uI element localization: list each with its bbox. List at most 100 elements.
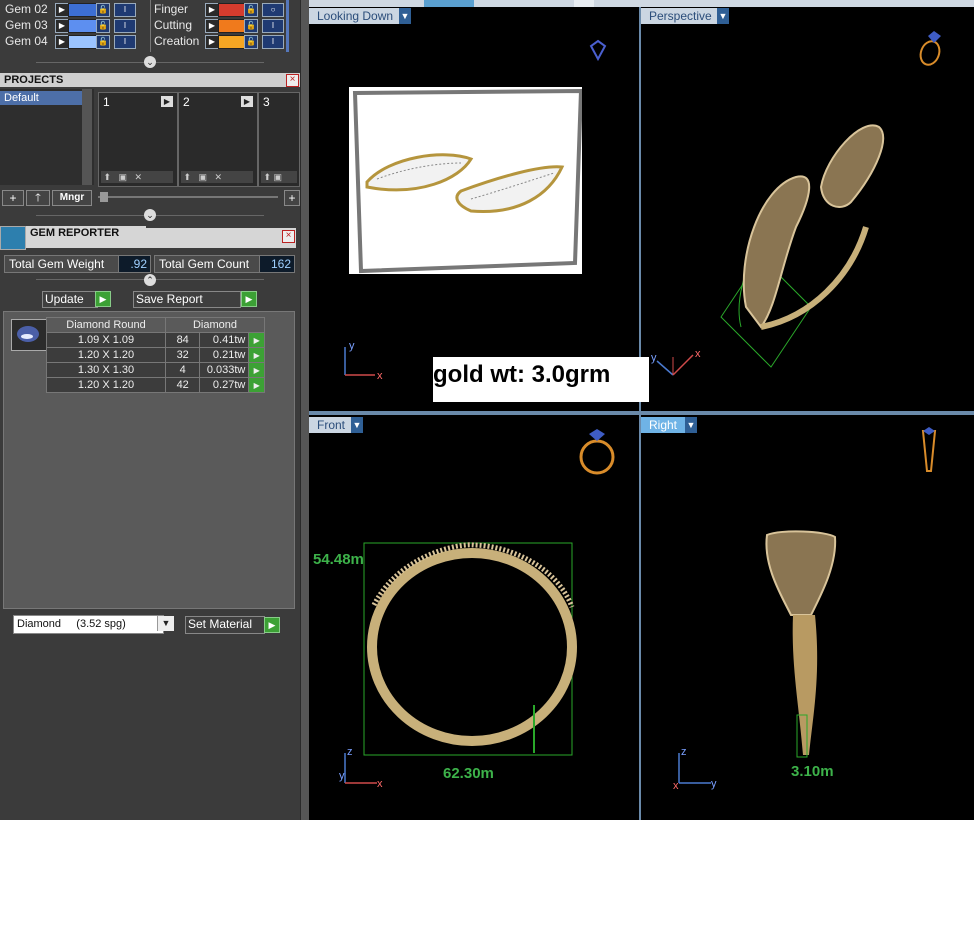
add-project-button[interactable]: +	[2, 190, 24, 206]
collapse-icon[interactable]: ⌄	[144, 56, 156, 68]
ring-view-icon	[919, 31, 941, 66]
viewport-label[interactable]: Looking Down	[309, 8, 401, 24]
scrollbar[interactable]	[286, 0, 289, 52]
project-slider-handle[interactable]	[100, 192, 108, 202]
axis-gizmo: y x	[344, 340, 383, 381]
play-icon[interactable]: ▶	[55, 35, 69, 49]
visibility-toggle[interactable]: I	[262, 19, 284, 33]
project-list-item[interactable]: Default	[0, 91, 84, 105]
set-material-go-icon[interactable]: ▶	[264, 617, 280, 633]
play-icon[interactable]: ▶	[55, 19, 69, 33]
project-list-scrollbar[interactable]	[82, 89, 92, 185]
gem-color-swatch[interactable]	[68, 19, 98, 33]
panel-splitter[interactable]	[300, 0, 309, 820]
thickness-dimension: 3.10m	[791, 763, 834, 780]
material-label: Cutting	[154, 18, 193, 32]
axis-y-label: y	[651, 352, 657, 364]
play-icon[interactable]: ▶	[241, 96, 253, 107]
chevron-down-icon[interactable]: ▼	[157, 616, 174, 631]
viewport-label[interactable]: Perspective	[641, 8, 719, 24]
lock-icon[interactable]: 🔓	[244, 3, 258, 17]
ring-front-icon	[579, 429, 615, 475]
bangle-perspective-render	[720, 124, 885, 368]
size-cell: 1.20 X 1.20	[46, 377, 166, 393]
manager-button[interactable]: Mngr	[52, 190, 92, 206]
project-slider-track[interactable]	[98, 196, 278, 198]
close-icon[interactable]: ×	[286, 74, 299, 87]
viewport-right[interactable]: Right ▼ 3.10m z x y	[641, 415, 974, 820]
gem-label: Gem 04	[5, 34, 48, 48]
bangle-top-render	[352, 88, 584, 274]
axis-y-label: y	[711, 778, 717, 790]
bangle-front-render	[363, 542, 577, 756]
row-go-icon[interactable]: ▶	[248, 377, 265, 393]
total-gem-count-value: 162	[259, 255, 295, 273]
slot-number: 3	[263, 95, 270, 109]
gem-color-swatch[interactable]	[68, 3, 98, 17]
header-cell: Diamond	[165, 317, 265, 333]
add-slot-button[interactable]: +	[284, 190, 300, 206]
lock-icon[interactable]: 🔓	[244, 35, 258, 49]
close-icon[interactable]: ×	[282, 230, 295, 243]
active-tab[interactable]	[424, 0, 474, 7]
lock-icon[interactable]: 🔓	[96, 19, 110, 33]
update-button[interactable]: Update	[42, 291, 98, 308]
visibility-toggle[interactable]: I	[114, 35, 136, 49]
save-report-go-icon[interactable]: ▶	[241, 291, 257, 307]
save-report-button[interactable]: Save Report	[133, 291, 241, 308]
set-material-button[interactable]: Set Material	[185, 616, 265, 634]
lock-icon[interactable]: 🔓	[244, 19, 258, 33]
viewport-perspective[interactable]: Perspective ▼ y x	[641, 7, 974, 411]
visibility-toggle[interactable]: I	[114, 3, 136, 17]
visibility-toggle[interactable]: ○	[262, 3, 284, 17]
size-cell: 1.30 X 1.30	[46, 362, 166, 378]
lock-icon[interactable]: 🔓	[96, 3, 110, 17]
project-slot[interactable]: 2 ▶ ⬆ ▣ ✕	[178, 92, 258, 187]
viewport-splitter-horizontal[interactable]	[309, 411, 974, 415]
play-icon[interactable]: ▶	[55, 3, 69, 17]
tab[interactable]	[574, 0, 594, 7]
play-icon[interactable]: ▶	[205, 35, 219, 49]
slot-controls[interactable]: ⬆ ▣ ✕	[181, 171, 253, 183]
slot-controls[interactable]: ⬆ ▣ ✕	[101, 171, 173, 183]
chevron-down-icon[interactable]: ▼	[399, 8, 411, 24]
gem-thumbnail	[11, 319, 47, 351]
axis-gizmo: y x	[651, 348, 701, 376]
axis-x-label: x	[695, 348, 701, 360]
material-label: Finger	[154, 2, 189, 16]
chevron-down-icon[interactable]: ▼	[717, 8, 729, 24]
update-go-icon[interactable]: ▶	[95, 291, 111, 307]
gem-color-swatch[interactable]	[68, 35, 98, 49]
slot-controls[interactable]: ⬆ ▣	[261, 171, 297, 183]
count-cell: 84	[164, 332, 201, 348]
viewport-label[interactable]: Right	[641, 417, 689, 433]
row-go-icon[interactable]: ▶	[248, 362, 265, 378]
row-go-icon[interactable]: ▶	[248, 332, 265, 348]
project-slot[interactable]: 1 ▶ ⬆ ▣ ✕	[98, 92, 178, 187]
viewport-front[interactable]: Front ▼ 54.48m 62.30m z y x	[309, 415, 639, 820]
play-icon[interactable]: ▶	[205, 19, 219, 33]
visibility-toggle[interactable]: I	[262, 35, 284, 49]
lock-icon[interactable]: 🔓	[96, 35, 110, 49]
axis-z-label: z	[681, 746, 687, 758]
chevron-down-icon[interactable]: ▼	[351, 417, 363, 433]
count-cell: 4	[164, 362, 201, 378]
column-divider	[150, 0, 151, 52]
viewport-looking-down[interactable]: Looking Down ▼ y x	[309, 7, 639, 411]
visibility-toggle[interactable]: I	[114, 19, 136, 33]
viewport-label[interactable]: Front	[309, 417, 357, 433]
collapse-icon[interactable]: ⌄	[144, 209, 156, 221]
bangle-side-render	[765, 530, 837, 758]
play-icon[interactable]: ▶	[205, 3, 219, 17]
material-select[interactable]: Diamond (3.52 spg)	[13, 615, 164, 634]
axis-y-label: y	[339, 770, 345, 782]
project-slot[interactable]: 3 ⬆ ▣	[258, 92, 300, 187]
row-go-icon[interactable]: ▶	[248, 347, 265, 363]
weight-cell: 0.27tw	[199, 377, 250, 393]
chevron-down-icon[interactable]: ▼	[685, 417, 697, 433]
upload-project-button[interactable]: 🡑	[26, 190, 50, 206]
collapse-icon[interactable]: ⌃	[144, 274, 156, 286]
play-icon[interactable]: ▶	[161, 96, 173, 107]
projects-header: PROJECTS	[0, 73, 300, 87]
table-row: 1.20 X 1.20 32 0.21tw ▶	[46, 347, 265, 363]
